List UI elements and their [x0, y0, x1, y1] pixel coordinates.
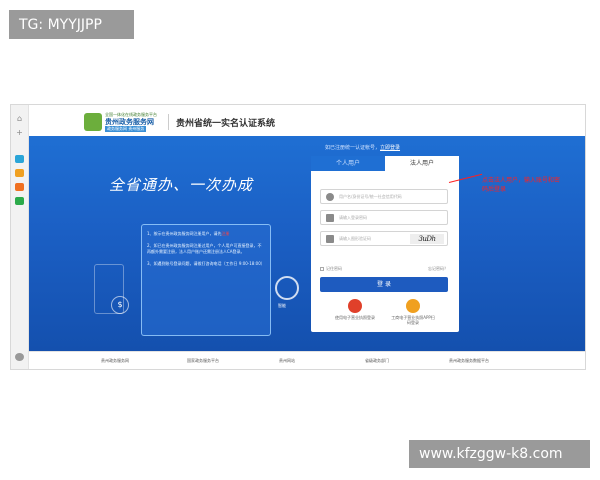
notice-item: 2、如已在贵州政务服务网注册过用户，个人用户可直接登录，不再额外需要注册，法人用…: [147, 243, 262, 254]
document-icon[interactable]: [15, 169, 24, 177]
site-header: 全国一体化在线政务服务平台 贵州政务服务网 政务服务网 贵州服务 贵州省统一实名…: [29, 105, 585, 136]
remember-label: 记住密码: [326, 266, 342, 271]
captcha-image[interactable]: 3uDh: [410, 234, 444, 244]
annotation-note: 点击法人用户，输入账号和密码后登录: [482, 177, 561, 193]
site-footer: 贵州政务服务网 国家政务服务平台 贵州网站 省级政务部门 贵州政务服务数据平台: [29, 351, 585, 369]
footer-link[interactable]: 贵州政务服务数据平台: [449, 358, 489, 364]
apps-icon[interactable]: [15, 155, 24, 163]
forgot-password-link[interactable]: 忘记密码？: [428, 266, 448, 272]
login-hint: 如已注册统一认证帐号，立即登录: [325, 144, 400, 151]
left-toolbar: ⌂ +: [11, 105, 29, 369]
captcha-field: 3uDh: [320, 231, 448, 246]
login-button[interactable]: 登 录: [320, 277, 448, 292]
page-title: 贵州省统一实名认证系统: [176, 119, 276, 129]
logo-subtitle: 政务服务网 贵州服务: [105, 126, 147, 132]
notice-item: 3、如遇到账号登录问题，请拨打咨询电话（工作日 9:00-18:00）: [147, 261, 265, 266]
business-license-icon: [406, 299, 420, 313]
notice-box: 1、按示在贵州政务服务网注册用户，请先注册 2、如已在贵州政务服务网注册过用户，…: [141, 224, 271, 336]
shield-icon: [326, 235, 334, 243]
watermark-top: TG: MYYJJPP: [9, 10, 134, 39]
captcha-input[interactable]: [339, 233, 419, 244]
username-field: [320, 189, 448, 204]
notice-highlight: 注册: [221, 231, 230, 236]
login-tabs: 个人用户 法人用户: [311, 156, 459, 171]
checkbox[interactable]: [320, 267, 324, 271]
settings-icon[interactable]: [15, 353, 24, 361]
login-panel: 个人用户 法人用户 3uDh 记住密码 忘记密码？ 登 录 使用电: [311, 156, 459, 332]
login-hint-link[interactable]: 立即登录: [380, 145, 400, 151]
watermark-bottom: www.kfzggw-k8.com: [409, 440, 590, 468]
site-logo-icon: [84, 113, 102, 131]
box-icon[interactable]: [15, 183, 24, 191]
home-icon[interactable]: ⌂: [15, 115, 24, 123]
tab-personal-user[interactable]: 个人用户: [311, 156, 385, 171]
currency-icon: $: [111, 296, 129, 314]
app-scan-login-option[interactable]: 工商电子营业执照APP扫码登录: [391, 299, 435, 325]
tab-legal-user[interactable]: 法人用户: [385, 156, 459, 171]
option2-label: 工商电子营业执照APP扫码登录: [391, 315, 435, 325]
login-hint-text: 如已注册统一认证帐号，: [325, 145, 381, 151]
plus-icon[interactable]: +: [15, 129, 24, 137]
browser-frame: ⌂ + 全国一体化在线政务服务平台 贵州政务服务网 政务服务网 贵州服务 贵州省…: [10, 104, 586, 370]
card-icon[interactable]: [15, 197, 24, 205]
option1-label: 使用电子营业执照登录: [335, 315, 375, 320]
footer-link[interactable]: 贵州政务服务网: [101, 358, 129, 364]
remember-password[interactable]: 记住密码: [320, 266, 342, 272]
password-input[interactable]: [339, 212, 419, 223]
footer-link[interactable]: 国家政务服务平台: [187, 358, 219, 364]
footer-link[interactable]: 省级政务部门: [365, 358, 389, 364]
header-divider: [168, 114, 169, 130]
hero-slogan: 全省通办、一次办成: [109, 176, 254, 194]
robot-assistant-icon[interactable]: [275, 276, 299, 300]
emblem-icon: [348, 299, 362, 313]
lock-icon: [326, 214, 334, 222]
password-field: [320, 210, 448, 225]
notice-item: 1、按示在贵州政务服务网注册用户，请先注册: [147, 231, 230, 236]
user-icon: [326, 193, 334, 201]
username-input[interactable]: [339, 191, 419, 202]
footer-link[interactable]: 贵州网站: [279, 358, 295, 364]
hero-banner: 全省通办、一次办成 $ 1、按示在贵州政务服务网注册用户，请先注册 2、如已在贵…: [29, 136, 585, 351]
license-login-option[interactable]: 使用电子营业执照登录: [333, 299, 377, 320]
robot-label: 智能: [278, 303, 286, 308]
